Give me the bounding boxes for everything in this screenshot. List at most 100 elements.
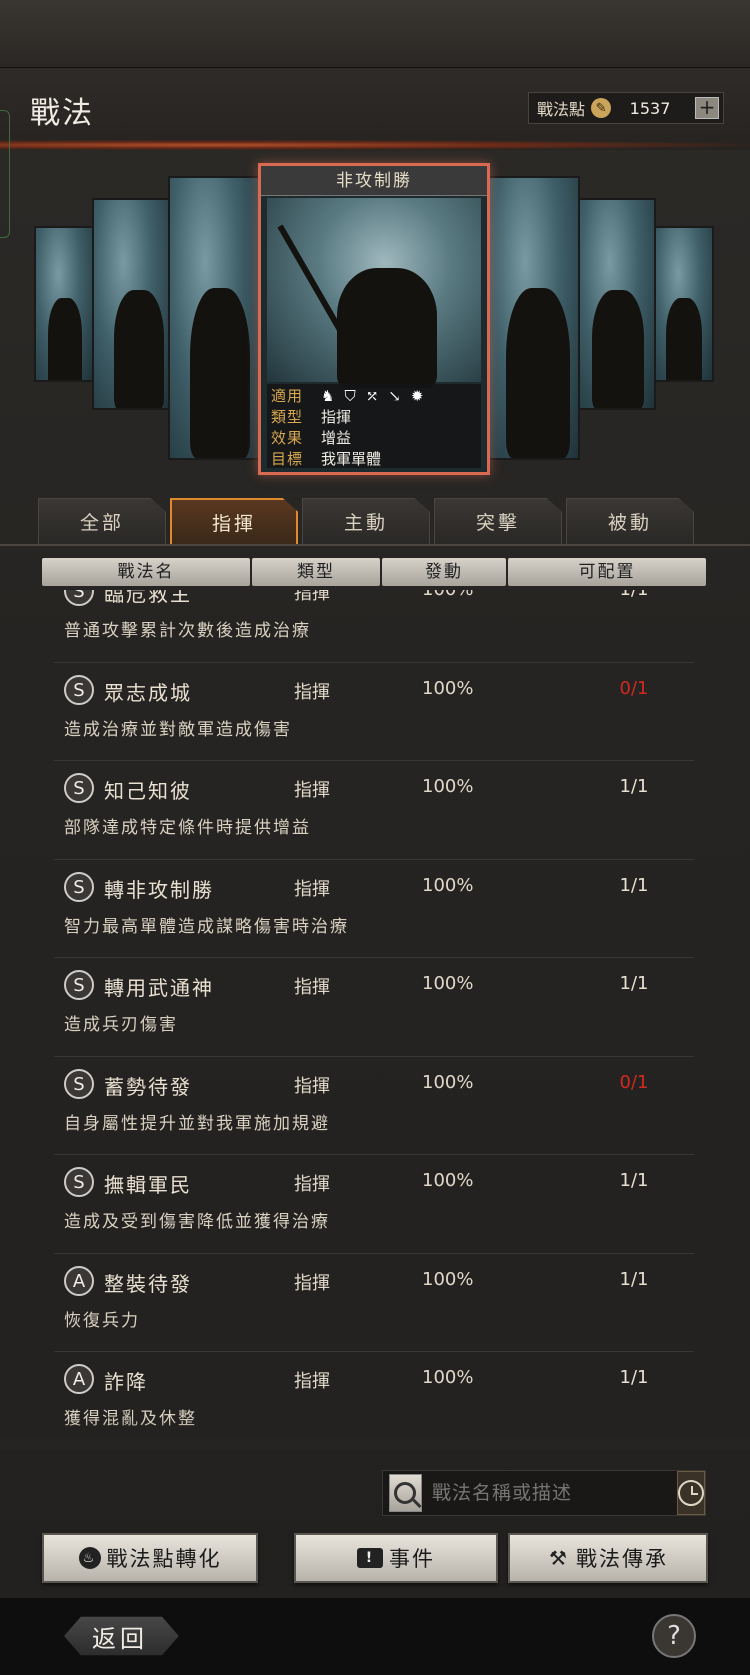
tactic-type: 指揮 [294,977,330,998]
tactic-type: 指揮 [294,1371,330,1392]
column-header-trigger[interactable]: 發動 [382,558,506,586]
search-button[interactable] [389,1474,422,1512]
convert-points-button[interactable]: ♨ 戰法點轉化 [42,1533,258,1583]
tactic-trigger-rate: 100% [422,1170,474,1191]
cavalry-icon: ♞ [321,387,335,405]
info-row-effect: 效果 增益 [271,429,352,447]
tactic-description: 造成及受到傷害降低並獲得治療 [64,1212,330,1232]
help-button[interactable]: ? [652,1614,696,1658]
tactic-slots: 1/1 [619,973,649,994]
tab-assault[interactable]: 突擊 [434,498,562,544]
tactic-description: 恢復兵力 [64,1310,140,1331]
carousel-card-left-1[interactable] [168,176,260,460]
inherit-tactic-button[interactable]: ⚒ 戰法傳承 [508,1533,708,1583]
tactic-trigger-rate: 100% [422,590,473,600]
search-bar [382,1470,706,1516]
grade-badge: S [64,970,94,1000]
list-item[interactable]: S 蓄勢待發 指揮 100% 0/1 自身屬性提升並對我軍施加規避 [54,1057,694,1155]
tactic-description: 造成治療並對敵軍造成傷害 [64,719,292,740]
carousel-card-far-right[interactable] [654,226,714,382]
bow-icon: ⤱ [365,387,379,405]
featured-card-info: 適用 ♞ ⛉ ⤱ ↘ ✹ 類型 指揮 效果 增益 目標 我軍單體 [267,384,481,468]
tab-divider [0,544,750,546]
tactic-description: 普通攻擊累計次數後造成治療 [64,621,311,641]
spear-icon: ↘ [388,387,401,405]
tactic-slots: 1/1 [619,1367,649,1388]
header-divider [0,140,750,150]
tactic-type: 指揮 [294,681,330,703]
grade-badge: S [64,674,94,705]
back-button[interactable]: 返回 [50,1612,190,1660]
carousel-card-far-left[interactable] [34,226,94,382]
list-item[interactable]: S 轉非攻制勝 指揮 100% 1/1 智力最高單體造成謀略傷害時治療 [54,860,694,958]
tab-active[interactable]: 主動 [302,498,430,544]
column-header-slots[interactable]: 可配置 [508,558,706,586]
info-row-type: 類型 指揮 [271,408,352,426]
carousel-card-right-1[interactable] [488,176,580,460]
tactic-description: 智力最高單體造成謀略傷害時治療 [64,916,349,937]
tactic-trigger-rate: 100% [422,776,474,797]
left-edge-tab[interactable] [0,110,10,238]
tactic-type: 指揮 [294,780,330,801]
tab-passive[interactable]: 被動 [566,498,694,544]
tactic-name: 轉非攻制勝 [104,877,214,902]
clock-icon [677,1480,704,1506]
grade-badge: S [64,1167,94,1197]
tactic-name: 詐降 [104,1370,148,1394]
tactic-slots: 0/1 [619,677,649,699]
wheel-icon: ✹ [410,387,424,405]
tactic-name: 蓄勢待發 [104,1074,192,1099]
quill-icon: ✎ [591,98,612,118]
fire-icon: ♨ [78,1547,101,1569]
info-row-applicable: 適用 ♞ ⛉ ⤱ ↘ ✹ [271,386,424,407]
category-tabs: 全部 指揮 主動 突擊 被動 [38,498,694,544]
featured-card-art [267,198,481,388]
featured-tactic-card[interactable]: 非攻制勝 適用 ♞ ⛉ ⤱ ↘ ✹ 類型 指揮 效果 增益 目標 我軍單體 [258,163,490,475]
list-fade [0,1420,750,1450]
tab-all[interactable]: 全部 [38,498,166,544]
carousel-card-right-2[interactable] [578,198,656,410]
tactic-type: 指揮 [294,1075,330,1097]
list-item[interactable]: S 知己知彼 指揮 100% 1/1 部隊達成特定條件時提供增益 [54,761,694,860]
tactic-name: 整裝待發 [104,1271,192,1296]
list-item[interactable]: S 眾志成城 指揮 100% 0/1 造成治療並對敵軍造成傷害 [54,663,694,761]
grade-badge: A [64,1265,94,1296]
points-value: 1537 [629,98,671,118]
shield-icon: ⛉ [344,387,356,405]
add-points-button[interactable]: + [695,97,719,119]
grade-badge: A [64,1364,94,1394]
tactic-description: 自身屬性提升並對我軍施加規避 [64,1113,330,1134]
tactic-name: 臨危救主 [104,590,192,606]
tactic-trigger-rate: 100% [422,1071,474,1093]
column-header-name[interactable]: 戰法名 [42,558,250,586]
tactic-points-display: 戰法點 ✎ 1537 + [528,92,724,124]
top-banner [0,0,750,68]
list-item[interactable]: S 撫輯軍民 指揮 100% 1/1 造成及受到傷害降低並獲得治療 [54,1155,694,1254]
tactic-type: 指揮 [294,590,330,604]
tab-command[interactable]: 指揮 [170,498,298,544]
list-item[interactable]: A 整裝待發 指揮 100% 1/1 恢復兵力 [54,1254,694,1352]
page-title: 戰法 [30,96,94,131]
history-button[interactable] [676,1471,705,1515]
grade-badge: S [64,590,94,606]
applicable-unit-icons: ♞ ⛉ ⤱ ↘ ✹ [321,386,423,407]
tactic-slots: 1/1 [619,1268,649,1290]
grade-badge: S [64,1068,94,1099]
tactic-description: 造成兵刃傷害 [64,1015,178,1035]
tactics-list[interactable]: S 臨危救主 指揮 100% 1/1 普通攻擊累計次數後造成治療 S 眾志成城 … [54,590,694,1438]
list-item[interactable]: S 轉用武通神 指揮 100% 1/1 造成兵刃傷害 [54,958,694,1057]
column-header-type[interactable]: 類型 [252,558,380,586]
tactic-slots: 1/1 [584,590,684,600]
tactic-trigger-rate: 100% [422,1268,474,1290]
event-button[interactable]: ! 事件 [294,1533,498,1583]
tactic-name: 撫輯軍民 [104,1173,192,1197]
tactic-name: 知己知彼 [104,779,192,803]
carousel-card-left-2[interactable] [92,198,170,410]
info-row-target: 目標 我軍單體 [271,450,382,468]
tactic-description: 部隊達成特定條件時提供增益 [64,818,311,838]
list-item[interactable]: S 臨危救主 指揮 100% 1/1 普通攻擊累計次數後造成治療 [54,590,694,663]
grade-badge: S [64,871,94,902]
tactic-slots: 1/1 [619,776,649,797]
hammer-icon: ⚒ [549,1546,569,1570]
search-input[interactable] [421,1474,677,1512]
